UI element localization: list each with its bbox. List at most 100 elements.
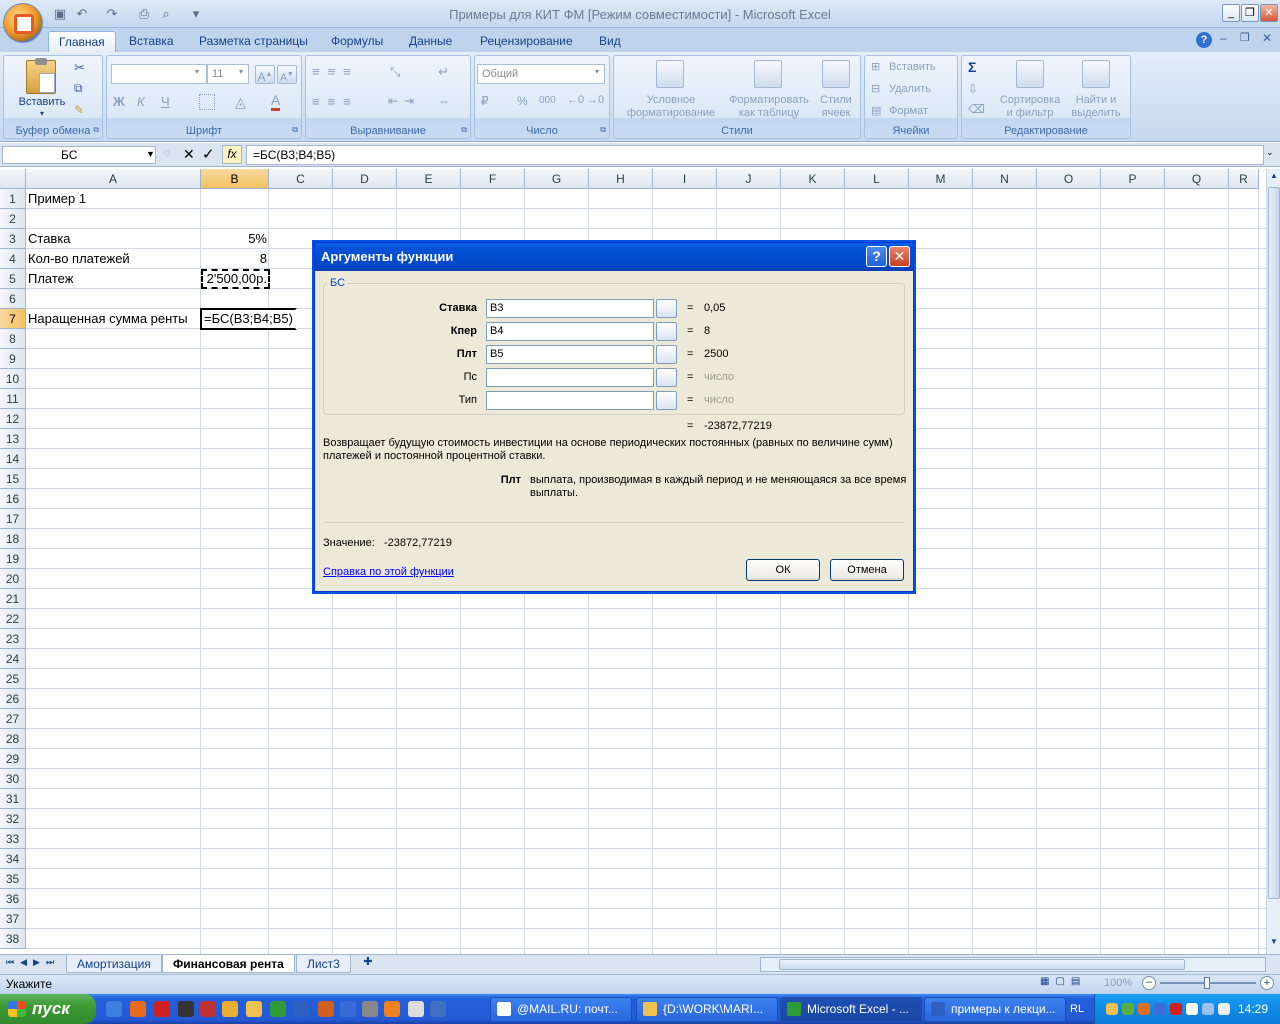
restore-button[interactable]: ❐ (1241, 4, 1259, 22)
task-word[interactable]: примеры к лекци... (924, 997, 1066, 1022)
column-header[interactable]: Q (1165, 169, 1229, 189)
shrink-font-icon[interactable]: A▼ (277, 65, 297, 84)
network-tray-icon[interactable] (1202, 1003, 1214, 1015)
column-header[interactable]: K (781, 169, 845, 189)
language-indicator[interactable]: RL (1070, 1003, 1084, 1015)
tab-insert[interactable]: Вставка (119, 31, 184, 53)
increase-decimal-icon[interactable]: ←0 (567, 94, 584, 106)
row-header[interactable]: 5 (0, 269, 26, 289)
excel-quicklaunch-icon[interactable] (270, 1001, 286, 1017)
column-header[interactable]: R (1229, 169, 1259, 189)
font-name-combo[interactable] (111, 64, 207, 84)
dialog-help-button[interactable]: ? (866, 246, 887, 267)
row-header[interactable]: 14 (0, 449, 26, 469)
column-header[interactable]: G (525, 169, 589, 189)
antivirus-tray-icon[interactable] (1170, 1003, 1182, 1015)
row-header[interactable]: 27 (0, 709, 26, 729)
row-header[interactable]: 4 (0, 249, 26, 269)
sort-filter-button-line2[interactable]: и фильтр (994, 107, 1066, 119)
zoom-slider-thumb[interactable] (1204, 977, 1210, 989)
borders-icon[interactable] (199, 94, 215, 110)
percent-button[interactable]: % (517, 94, 528, 108)
ribbon-restore-icon[interactable]: ❐ (1240, 31, 1250, 44)
folder-quicklaunch-icon[interactable] (246, 1001, 262, 1017)
task-explorer[interactable]: {D:\WORK\MARI... (636, 997, 778, 1022)
cell-styles-button-line2[interactable]: ячеек (816, 107, 856, 119)
vertical-scrollbar[interactable]: ▲ ▼ (1266, 169, 1280, 954)
sheet-tab-financial-annuity[interactable]: Финансовая рента (162, 955, 295, 973)
name-box-dropdown-icon[interactable]: ▼ (146, 149, 155, 159)
cut-icon[interactable]: ✂ (74, 60, 85, 76)
cell-b7-active[interactable]: =БС(B3;B4;B5) (200, 308, 297, 330)
customize-qat-icon[interactable]: ▾ (188, 6, 204, 22)
office-button[interactable] (3, 3, 43, 43)
number-format-combo[interactable]: Общий (477, 64, 605, 84)
row-header[interactable]: 11 (0, 389, 26, 409)
clear-icon[interactable]: ⌫ (968, 102, 985, 116)
row-header[interactable]: 29 (0, 749, 26, 769)
task-excel[interactable]: Microsoft Excel - ... (780, 997, 922, 1022)
row-header[interactable]: 32 (0, 809, 26, 829)
sheet-tab-amortization[interactable]: Амортизация (66, 955, 162, 973)
find-select-button[interactable]: Найти и (1066, 94, 1126, 106)
tab-data[interactable]: Данные (399, 31, 462, 53)
undo-icon[interactable]: ↶ (74, 6, 90, 22)
cell-a4[interactable]: Кол-во платежей (25, 249, 133, 269)
arg-input[interactable]: B5 (486, 345, 654, 364)
horizontal-align-icons[interactable]: ≡≡≡ (312, 94, 359, 109)
row-header[interactable]: 18 (0, 529, 26, 549)
find-select-icon[interactable] (1082, 60, 1110, 88)
view-mode-icons[interactable]: ▦▢▤ (1040, 976, 1096, 991)
row-header[interactable]: 23 (0, 629, 26, 649)
volume-tray-icon[interactable] (1218, 1003, 1230, 1015)
conditional-formatting-button[interactable]: Условное (618, 94, 724, 106)
tray-icon-2[interactable] (1122, 1003, 1134, 1015)
column-header[interactable]: C (269, 169, 333, 189)
print-icon[interactable]: ⎙ (136, 6, 152, 22)
print-preview-icon[interactable]: ⌕ (158, 6, 174, 22)
font-color-icon[interactable]: A (271, 92, 281, 111)
row-header[interactable]: 10 (0, 369, 26, 389)
row-header[interactable]: 12 (0, 409, 26, 429)
minimize-button[interactable]: _ (1222, 4, 1240, 22)
insert-cells-button[interactable]: Вставить (889, 61, 936, 73)
column-header[interactable]: B (201, 169, 269, 189)
tab-review[interactable]: Рецензирование (470, 31, 583, 53)
tray-icon-6[interactable] (1186, 1003, 1198, 1015)
clipboard-launcher-icon[interactable]: ⧉ (93, 125, 99, 135)
vertical-align-icons[interactable]: ≡≡≡ (312, 64, 359, 79)
select-all-corner[interactable] (0, 169, 26, 189)
wrap-text-icon[interactable]: ↵ (438, 64, 449, 80)
app2-quicklaunch-icon[interactable] (340, 1001, 356, 1017)
horizontal-scroll-thumb[interactable] (779, 959, 1185, 970)
collapse-dialog-icon[interactable] (656, 299, 677, 318)
paste-button[interactable]: Вставить (14, 96, 70, 108)
currency-icon[interactable]: ₽ (481, 94, 489, 108)
row-header[interactable]: 35 (0, 869, 26, 889)
column-header[interactable]: F (461, 169, 525, 189)
grow-font-icon[interactable]: A▲ (255, 65, 275, 84)
arg-input[interactable] (486, 391, 654, 410)
format-as-table-button[interactable]: Форматировать (724, 94, 814, 106)
paste-icon[interactable] (26, 58, 56, 94)
fill-icon[interactable]: ⇩ (968, 82, 978, 96)
name-box[interactable]: БС (2, 146, 156, 164)
row-header[interactable]: 13 (0, 429, 26, 449)
dialog-close-button[interactable]: ✕ (889, 246, 910, 267)
column-header[interactable]: P (1101, 169, 1165, 189)
arg-input[interactable]: B4 (486, 322, 654, 341)
help-icon[interactable]: ? (1196, 32, 1212, 48)
column-header[interactable]: D (333, 169, 397, 189)
column-header[interactable]: N (973, 169, 1037, 189)
font-launcher-icon[interactable]: ⧉ (292, 125, 298, 135)
workbook-close-icon[interactable]: ✕ (1262, 31, 1272, 45)
expand-formula-bar-icon[interactable]: ⌄ (1266, 147, 1274, 158)
sort-filter-icon[interactable] (1016, 60, 1044, 88)
app4-quicklaunch-icon[interactable] (384, 1001, 400, 1017)
redo-icon[interactable]: ↷ (104, 6, 120, 22)
row-header[interactable]: 21 (0, 589, 26, 609)
bold-icon[interactable]: Ж (113, 94, 125, 109)
tab-page-layout[interactable]: Разметка страницы (189, 31, 318, 53)
vertical-scroll-thumb[interactable] (1268, 187, 1280, 899)
font-name-dropdown-icon[interactable]: ▾ (195, 67, 199, 76)
